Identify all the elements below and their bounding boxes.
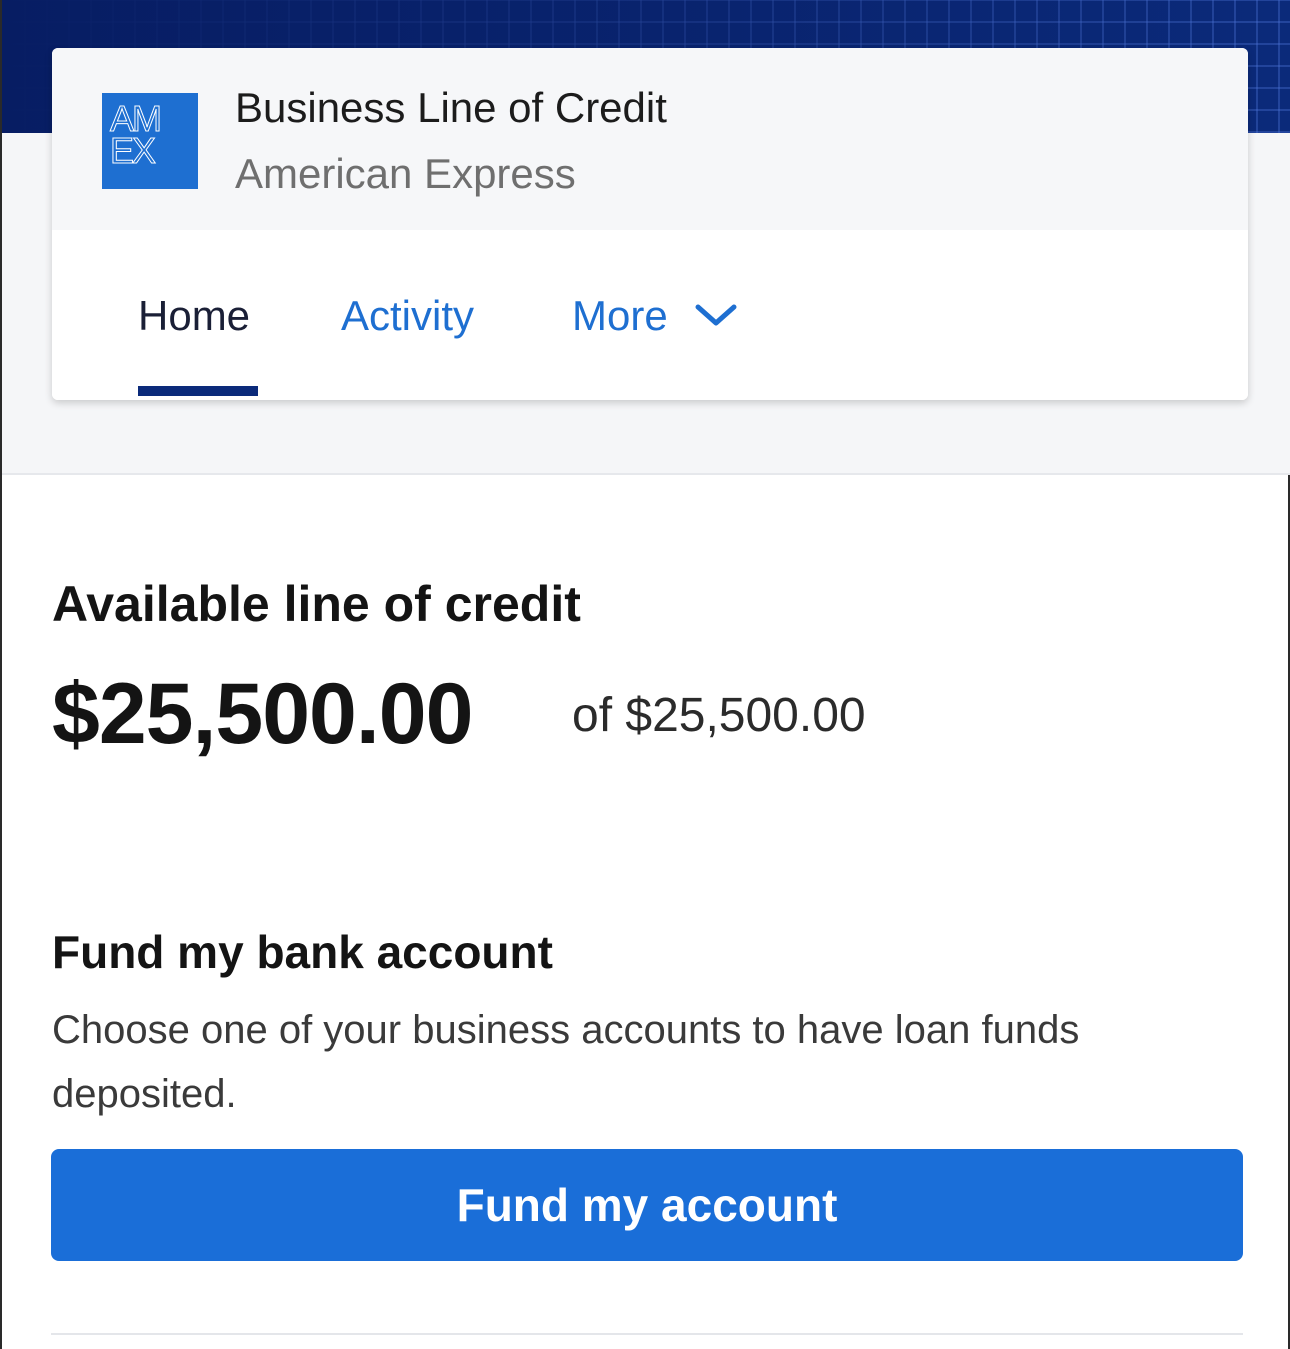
fund-section-description: Choose one of your business accounts to … <box>52 1008 1080 1116</box>
account-title: Business Line of Credit <box>235 84 667 131</box>
available-credit-amount: $25,500.00 <box>52 666 473 762</box>
app-screen: AM EX Business Line of Credit American E… <box>0 0 1290 1349</box>
tab-more-label: More <box>572 292 668 339</box>
credit-limit-total: of $25,500.00 <box>572 689 866 742</box>
fund-my-account-button[interactable]: Fund my account <box>51 1149 1243 1261</box>
divider <box>51 1333 1243 1335</box>
logo-line-2: EX <box>110 130 157 171</box>
amex-logo: AM EX <box>102 93 198 189</box>
tab-more[interactable]: More <box>572 292 738 343</box>
chevron-down-icon <box>694 291 738 339</box>
account-header: AM EX Business Line of Credit American E… <box>52 48 1248 230</box>
tab-activity[interactable]: Activity <box>341 292 474 340</box>
active-tab-indicator <box>138 386 258 396</box>
account-card: AM EX Business Line of Credit American E… <box>52 48 1248 400</box>
account-issuer: American Express <box>235 150 576 197</box>
tab-home[interactable]: Home <box>138 292 250 340</box>
available-credit-heading: Available line of credit <box>52 576 581 632</box>
fund-section-heading: Fund my bank account <box>52 926 553 978</box>
tab-bar: Home Activity More <box>52 230 1248 400</box>
